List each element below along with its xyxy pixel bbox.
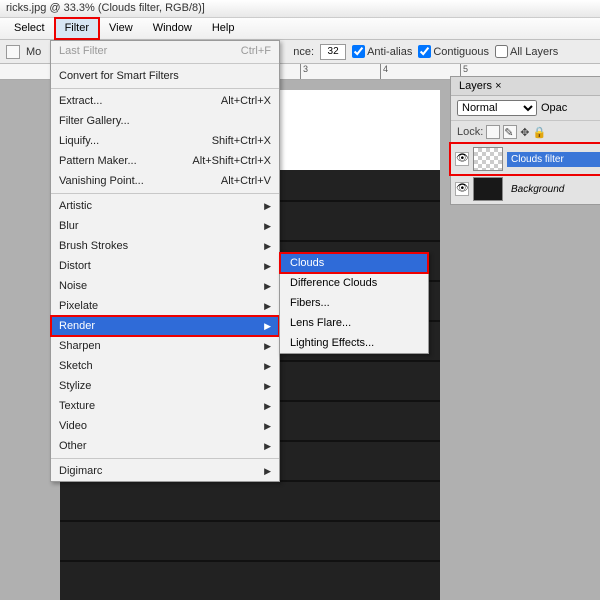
lock-all-icon[interactable]: 🔒 xyxy=(533,126,547,139)
antialias-checkbox[interactable]: Anti-alias xyxy=(352,45,412,58)
layer-thumbnail[interactable] xyxy=(473,177,503,201)
menuitem-blur[interactable]: Blur▶ xyxy=(51,216,279,236)
menuitem-convert-for-smart-filters[interactable]: Convert for Smart Filters xyxy=(51,66,279,86)
submenu-difference-clouds[interactable]: Difference Clouds xyxy=(280,273,428,293)
menuitem-texture[interactable]: Texture▶ xyxy=(51,396,279,416)
lock-label: Lock: xyxy=(457,126,483,138)
lock-pixels-icon[interactable]: ✎ xyxy=(503,125,517,139)
visibility-icon[interactable]: 👁 xyxy=(455,152,469,166)
opacity-label: Opac xyxy=(541,102,567,114)
title-bar: ricks.jpg @ 33.3% (Clouds filter, RGB/8)… xyxy=(0,0,600,18)
filter-menu: Last FilterCtrl+F Convert for Smart Filte… xyxy=(50,40,280,482)
menu-select[interactable]: Select xyxy=(4,18,55,39)
submenu-lens-flare-[interactable]: Lens Flare... xyxy=(280,313,428,333)
menuitem-vanishing-point-[interactable]: Vanishing Point...Alt+Ctrl+V xyxy=(51,171,279,191)
menuitem-artistic[interactable]: Artistic▶ xyxy=(51,196,279,216)
layers-tab[interactable]: Layers × xyxy=(451,77,600,96)
menuitem-video[interactable]: Video▶ xyxy=(51,416,279,436)
menuitem-sharpen[interactable]: Sharpen▶ xyxy=(51,336,279,356)
menu-filter[interactable]: Filter xyxy=(55,18,99,39)
lock-transparency-icon[interactable] xyxy=(486,125,500,139)
alllayers-checkbox[interactable]: All Layers xyxy=(495,45,558,58)
layer-thumbnail[interactable] xyxy=(473,147,503,171)
tolerance-input[interactable] xyxy=(320,44,346,60)
menu-view[interactable]: View xyxy=(99,18,143,39)
menu-window[interactable]: Window xyxy=(143,18,202,39)
layer-name[interactable]: Background xyxy=(507,182,600,197)
submenu-fibers-[interactable]: Fibers... xyxy=(280,293,428,313)
tool-icon xyxy=(6,45,20,59)
layer-background[interactable]: 👁 Background xyxy=(451,174,600,204)
layer-clouds-filter[interactable]: 👁 Clouds filter xyxy=(451,144,600,174)
menuitem-liquify-[interactable]: Liquify...Shift+Ctrl+X xyxy=(51,131,279,151)
contiguous-checkbox[interactable]: Contiguous xyxy=(418,45,489,58)
mode-label: Mo xyxy=(26,46,41,58)
menuitem-filter-gallery-[interactable]: Filter Gallery... xyxy=(51,111,279,131)
lock-position-icon[interactable]: ✥ xyxy=(520,126,529,139)
layer-name[interactable]: Clouds filter xyxy=(507,152,600,167)
render-submenu: CloudsDifference CloudsFibers...Lens Fla… xyxy=(279,252,429,354)
menuitem-digimarc[interactable]: Digimarc▶ xyxy=(51,461,279,481)
menuitem-brush-strokes[interactable]: Brush Strokes▶ xyxy=(51,236,279,256)
tolerance-label: nce: xyxy=(293,46,314,58)
submenu-clouds[interactable]: Clouds xyxy=(280,253,428,273)
menuitem-last-filter[interactable]: Last FilterCtrl+F xyxy=(51,41,279,61)
menuitem-distort[interactable]: Distort▶ xyxy=(51,256,279,276)
layers-panel: Layers × Normal Opac Lock: ✎ ✥ 🔒 👁 Clouds… xyxy=(450,76,600,205)
blend-mode-select[interactable]: Normal xyxy=(457,100,537,116)
submenu-lighting-effects-[interactable]: Lighting Effects... xyxy=(280,333,428,353)
visibility-icon[interactable]: 👁 xyxy=(455,182,469,196)
menuitem-extract-[interactable]: Extract...Alt+Ctrl+X xyxy=(51,91,279,111)
menuitem-pattern-maker-[interactable]: Pattern Maker...Alt+Shift+Ctrl+X xyxy=(51,151,279,171)
menuitem-sketch[interactable]: Sketch▶ xyxy=(51,356,279,376)
menuitem-noise[interactable]: Noise▶ xyxy=(51,276,279,296)
menuitem-render[interactable]: Render▶ xyxy=(51,316,279,336)
menuitem-pixelate[interactable]: Pixelate▶ xyxy=(51,296,279,316)
menu-help[interactable]: Help xyxy=(202,18,245,39)
menuitem-other[interactable]: Other▶ xyxy=(51,436,279,456)
menu-bar: SelectFilterViewWindowHelp xyxy=(0,18,600,40)
menuitem-stylize[interactable]: Stylize▶ xyxy=(51,376,279,396)
